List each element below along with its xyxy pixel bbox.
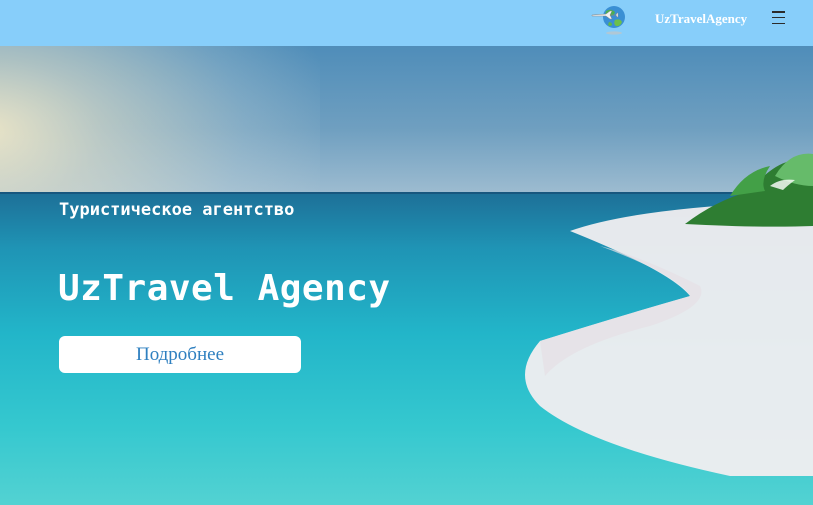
beach-island-image: [525, 153, 813, 476]
globe-airplane-logo-icon[interactable]: [588, 2, 632, 38]
more-button[interactable]: Подробнее: [59, 336, 301, 373]
hero-subtitle: Туристическое агентство: [59, 200, 295, 220]
hero-title: UzTravel Agency: [58, 268, 391, 309]
navbar: UzTravelAgency: [0, 0, 813, 46]
hamburger-menu-icon[interactable]: [772, 11, 785, 24]
brand-name[interactable]: UzTravelAgency: [655, 11, 747, 27]
hero-banner: Туристическое агентство UzTravel Agency …: [0, 46, 813, 505]
